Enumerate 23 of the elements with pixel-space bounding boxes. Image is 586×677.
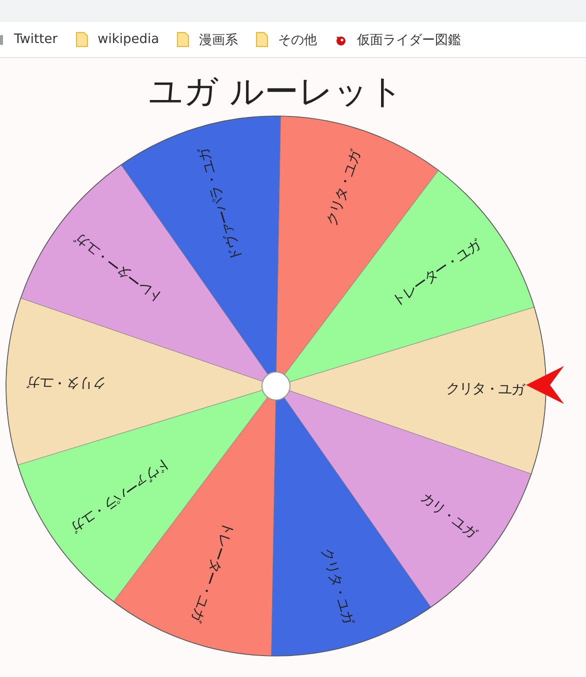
bookmark-link[interactable]: 仮面ライダー図鑑 [357, 30, 462, 48]
segment-label: トレーター・ユガ [188, 520, 237, 624]
segment-label: トレーター・ユガ [73, 230, 166, 306]
folder-icon [177, 32, 190, 47]
bookmark-icon [0, 32, 4, 46]
segment-label: トレーター・ユガ [389, 237, 484, 310]
segment-label: カリ・ユガ [417, 490, 479, 542]
helmet-icon [335, 34, 348, 46]
folder-icon [76, 32, 88, 47]
page-title: ユガ ルーレット [148, 71, 404, 114]
segment-label: ドヴァーパラ・ユガ [196, 146, 246, 264]
bookmark-link[interactable]: wikipedia [98, 32, 160, 47]
bookmark-link[interactable]: 漫画系 [199, 30, 238, 48]
segment-label: クリタ・ユガ [324, 148, 364, 228]
segment-label: クリタ・ユガ [446, 380, 524, 398]
bookmark-link[interactable]: Twitter [14, 32, 58, 47]
pointer-icon [526, 366, 564, 404]
segment-label: クリタ・ユガ [28, 374, 106, 392]
folder-icon [256, 32, 268, 47]
bookmark-link[interactable]: その他 [278, 30, 318, 48]
wheel-hub [262, 372, 290, 400]
segment-label: クリタ・ユガ [318, 546, 356, 626]
segment-label: ドヴァーパラ・ユガ [68, 454, 174, 535]
